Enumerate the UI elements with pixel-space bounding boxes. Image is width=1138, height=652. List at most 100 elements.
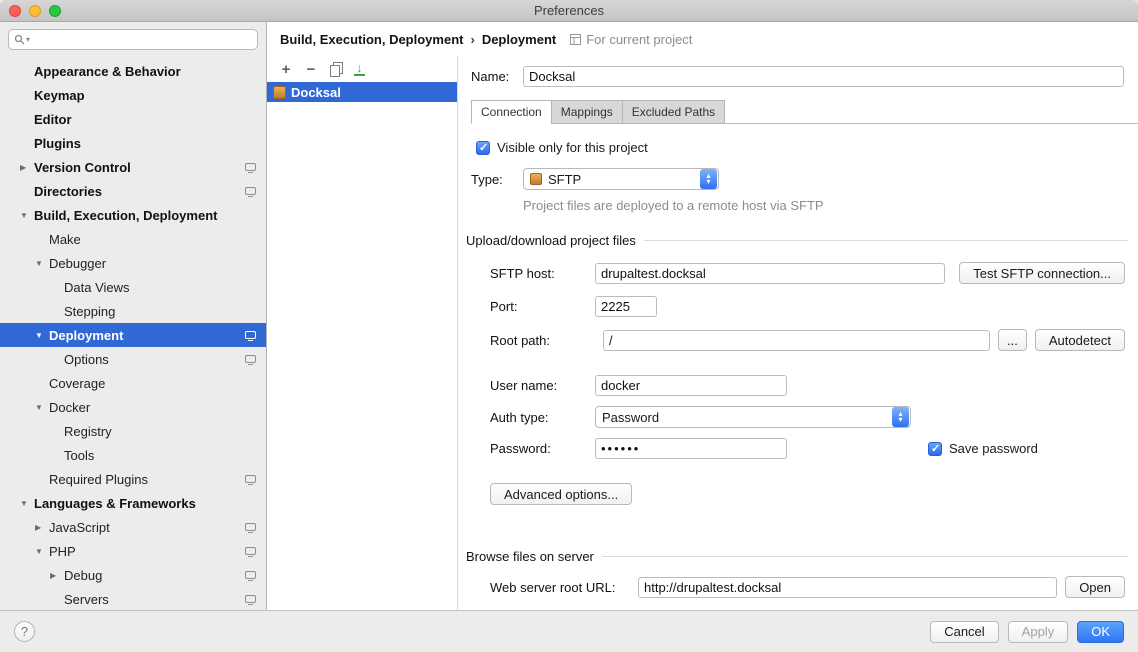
port-label: Port: (490, 299, 595, 314)
chevron-down-icon[interactable]: ▼ (33, 259, 49, 268)
password-label: Password: (490, 441, 595, 456)
help-button[interactable]: ? (14, 621, 35, 642)
add-icon[interactable]: + (279, 62, 293, 76)
password-input[interactable] (595, 438, 787, 459)
sidebar-item-keymap[interactable]: Keymap (0, 83, 266, 107)
search-input[interactable]: ▾ (8, 29, 258, 50)
for-current-project-label: For current project (586, 32, 692, 47)
auth-type-select[interactable]: Password (595, 406, 911, 428)
user-name-label: User name: (490, 378, 595, 393)
web-root-input[interactable] (638, 577, 1057, 598)
ok-button[interactable]: OK (1077, 621, 1124, 643)
sidebar-item-label: Languages & Frameworks (34, 496, 196, 511)
breadcrumb-parent[interactable]: Build, Execution, Deployment (280, 32, 463, 47)
project-level-icon (245, 571, 256, 579)
sidebar-item-appearance-behavior[interactable]: Appearance & Behavior (0, 59, 266, 83)
minimize-button[interactable] (29, 5, 41, 17)
zoom-button[interactable] (49, 5, 61, 17)
project-icon (570, 34, 581, 45)
sidebar-item-php[interactable]: ▼PHP (0, 539, 266, 563)
tab-mappings[interactable]: Mappings (551, 100, 623, 124)
project-level-icon (245, 523, 256, 531)
chevron-right-icon[interactable]: ▶ (48, 571, 64, 580)
save-password-checkbox[interactable] (928, 442, 942, 456)
close-button[interactable] (9, 5, 21, 17)
tab-excluded-paths[interactable]: Excluded Paths (622, 100, 725, 124)
auth-type-label: Auth type: (490, 410, 595, 425)
test-sftp-connection-button[interactable]: Test SFTP connection... (959, 262, 1125, 284)
sidebar-item-label: Directories (34, 184, 102, 199)
sidebar-item-label: Docker (49, 400, 90, 415)
import-icon[interactable]: ↓ (354, 63, 365, 76)
save-password-label: Save password (949, 441, 1038, 456)
sidebar-item-debugger[interactable]: ▼Debugger (0, 251, 266, 275)
cancel-button[interactable]: Cancel (930, 621, 998, 643)
visible-only-label: Visible only for this project (497, 140, 648, 155)
remove-icon[interactable]: − (304, 62, 318, 76)
deployment-form: Name: ConnectionMappingsExcluded Paths V… (458, 56, 1138, 610)
sidebar-item-directories[interactable]: Directories (0, 179, 266, 203)
chevron-down-icon[interactable]: ▼ (18, 211, 34, 220)
chevron-down-icon[interactable]: ▼ (33, 331, 49, 340)
autodetect-button[interactable]: Autodetect (1035, 329, 1125, 351)
sidebar-item-version-control[interactable]: ▶Version Control (0, 155, 266, 179)
server-toolbar: + − ↓ (267, 56, 457, 82)
name-label: Name: (471, 69, 523, 84)
sidebar-item-registry[interactable]: Registry (0, 419, 266, 443)
server-list-item-docksal[interactable]: Docksal (267, 82, 457, 102)
type-help-text: Project files are deployed to a remote h… (523, 198, 1138, 213)
open-button[interactable]: Open (1065, 576, 1125, 598)
root-path-input[interactable] (603, 330, 990, 351)
traffic-lights (9, 5, 61, 17)
breadcrumb: Build, Execution, Deployment › Deploymen… (267, 22, 1138, 56)
apply-button[interactable]: Apply (1008, 621, 1069, 643)
sidebar-item-plugins[interactable]: Plugins (0, 131, 266, 155)
sidebar-item-tools[interactable]: Tools (0, 443, 266, 467)
sidebar-item-docker[interactable]: ▼Docker (0, 395, 266, 419)
sidebar-item-build-execution-deployment[interactable]: ▼Build, Execution, Deployment (0, 203, 266, 227)
visible-only-checkbox[interactable] (476, 141, 490, 155)
user-name-input[interactable] (595, 375, 787, 396)
titlebar[interactable]: Preferences (0, 0, 1138, 22)
upload-section-label: Upload/download project files (466, 233, 636, 248)
server-list: Docksal (267, 82, 457, 610)
sidebar-item-make[interactable]: Make (0, 227, 266, 251)
chevron-right-icon[interactable]: ▶ (18, 163, 34, 172)
copy-icon[interactable] (329, 62, 343, 76)
dropdown-stepper-icon (700, 169, 717, 189)
sidebar-item-options[interactable]: Options (0, 347, 266, 371)
sftp-host-input[interactable] (595, 263, 945, 284)
dropdown-stepper-icon (892, 407, 909, 427)
chevron-right-icon[interactable]: ▶ (33, 523, 49, 532)
browse-root-button[interactable]: ... (998, 329, 1027, 351)
sidebar-item-label: Registry (64, 424, 112, 439)
sidebar-item-label: Deployment (49, 328, 123, 343)
sidebar-item-label: PHP (49, 544, 76, 559)
type-select[interactable]: SFTP (523, 168, 719, 190)
sidebar-item-debug[interactable]: ▶Debug (0, 563, 266, 587)
chevron-down-icon[interactable]: ▼ (33, 547, 49, 556)
project-level-icon (245, 595, 256, 603)
sidebar-item-label: Debug (64, 568, 102, 583)
sidebar-item-label: Appearance & Behavior (34, 64, 181, 79)
chevron-down-icon[interactable]: ▼ (18, 499, 34, 508)
advanced-options-button[interactable]: Advanced options... (490, 483, 632, 505)
sidebar-item-editor[interactable]: Editor (0, 107, 266, 131)
sidebar-item-deployment[interactable]: ▼Deployment (0, 323, 266, 347)
sidebar-item-label: JavaScript (49, 520, 110, 535)
sidebar-item-stepping[interactable]: Stepping (0, 299, 266, 323)
port-input[interactable] (595, 296, 657, 317)
sidebar-item-data-views[interactable]: Data Views (0, 275, 266, 299)
chevron-down-icon[interactable]: ▼ (33, 403, 49, 412)
tab-connection[interactable]: Connection (471, 100, 552, 124)
web-root-label: Web server root URL: (490, 580, 630, 595)
server-name: Docksal (291, 85, 341, 100)
sidebar-item-label: Editor (34, 112, 72, 127)
sidebar-item-servers[interactable]: Servers (0, 587, 266, 610)
sidebar-item-javascript[interactable]: ▶JavaScript (0, 515, 266, 539)
search-history-caret-icon[interactable]: ▾ (26, 35, 30, 44)
sidebar-item-languages-frameworks[interactable]: ▼Languages & Frameworks (0, 491, 266, 515)
name-input[interactable] (523, 66, 1124, 87)
sidebar-item-coverage[interactable]: Coverage (0, 371, 266, 395)
sidebar-item-required-plugins[interactable]: Required Plugins (0, 467, 266, 491)
